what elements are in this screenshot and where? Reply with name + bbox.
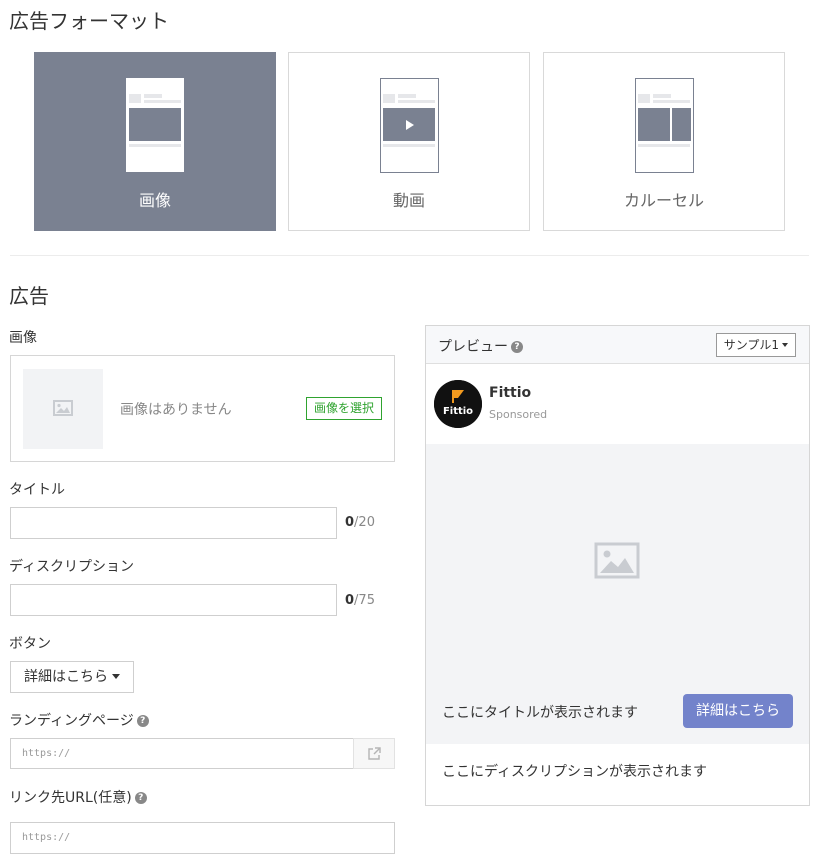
carousel-format-icon — [635, 78, 694, 173]
landing-page-label-text: ランディングページ — [9, 713, 134, 729]
avatar: Fittio — [434, 380, 482, 428]
format-section-title: 広告フォーマット — [9, 9, 169, 33]
avatar-logo-text: Fittio — [443, 406, 473, 417]
sample-select-value: サンプル1 — [723, 338, 779, 352]
format-card-carousel[interactable]: カルーセル — [543, 52, 785, 231]
title-char-counter: 0/20 — [345, 515, 375, 530]
description-char-max: /75 — [354, 593, 375, 608]
preview-ad-description: ここにディスクリプションが表示されます — [442, 764, 708, 780]
external-link-icon — [368, 747, 381, 760]
open-landing-page-button[interactable] — [353, 738, 395, 769]
description-char-counter: 0/75 — [345, 593, 375, 608]
title-char-count: 0 — [345, 515, 355, 530]
preview-header: プレビュー? サンプル1 — [426, 326, 809, 364]
image-field: 画像はありません 画像を選択 — [10, 355, 395, 462]
title-input[interactable] — [10, 507, 337, 539]
caret-down-icon — [782, 342, 788, 347]
link-url-label: リンク先URL(任意)? — [9, 787, 147, 807]
brand-name: Fittio — [489, 385, 532, 401]
title-char-max: /20 — [354, 515, 375, 530]
button-type-dropdown[interactable]: 詳細はこちら — [10, 661, 134, 693]
ad-section-title: 広告 — [9, 284, 49, 308]
description-field-label: ディスクリプション — [9, 559, 135, 575]
format-card-label: 画像 — [138, 191, 171, 210]
question-circle-icon[interactable]: ? — [136, 715, 149, 727]
format-card-label: カルーセル — [623, 191, 704, 210]
image-icon — [53, 400, 73, 416]
image-thumbnail — [23, 369, 103, 449]
fittio-logo-icon: Fittio — [434, 380, 482, 428]
preview-ad-title: ここにタイトルが表示されます — [442, 705, 638, 721]
link-url-input[interactable]: https:// — [10, 822, 395, 854]
question-circle-icon[interactable]: ? — [511, 341, 523, 353]
select-image-button[interactable]: 画像を選択 — [306, 397, 383, 420]
preview-title-text: プレビュー — [438, 339, 508, 355]
caret-down-icon — [112, 673, 120, 679]
image-field-label: 画像 — [9, 330, 37, 346]
description-char-count: 0 — [345, 593, 355, 608]
button-type-selected: 詳細はこちら — [24, 669, 108, 685]
landing-page-input[interactable]: https:// — [10, 738, 354, 769]
link-url-label-text: リンク先URL(任意) — [9, 790, 132, 806]
landing-page-label: ランディングページ? — [9, 710, 149, 730]
format-card-label: 動画 — [392, 191, 425, 210]
preview-title-row: ここにタイトルが表示されます 詳細はこちら — [426, 678, 809, 744]
image-format-icon — [126, 78, 184, 172]
image-placeholder-icon — [594, 542, 640, 579]
no-image-text: 画像はありません — [120, 402, 232, 418]
preview-panel: プレビュー? サンプル1 Fittio Fittio Sponsored ここに… — [425, 325, 810, 806]
preview-cta-button[interactable]: 詳細はこちら — [683, 694, 793, 728]
sample-select[interactable]: サンプル1 — [715, 333, 796, 357]
title-field-label: タイトル — [9, 482, 65, 498]
format-card-video[interactable]: 動画 — [288, 52, 530, 231]
preview-title: プレビュー? — [438, 336, 523, 356]
description-input[interactable] — [10, 584, 337, 616]
preview-image-area — [426, 444, 809, 678]
format-card-image[interactable]: 画像 — [34, 52, 276, 231]
video-format-icon — [380, 78, 439, 173]
button-field-label: ボタン — [9, 636, 51, 652]
section-divider — [10, 255, 809, 256]
sponsored-label: Sponsored — [489, 408, 548, 421]
question-circle-icon[interactable]: ? — [134, 792, 147, 804]
